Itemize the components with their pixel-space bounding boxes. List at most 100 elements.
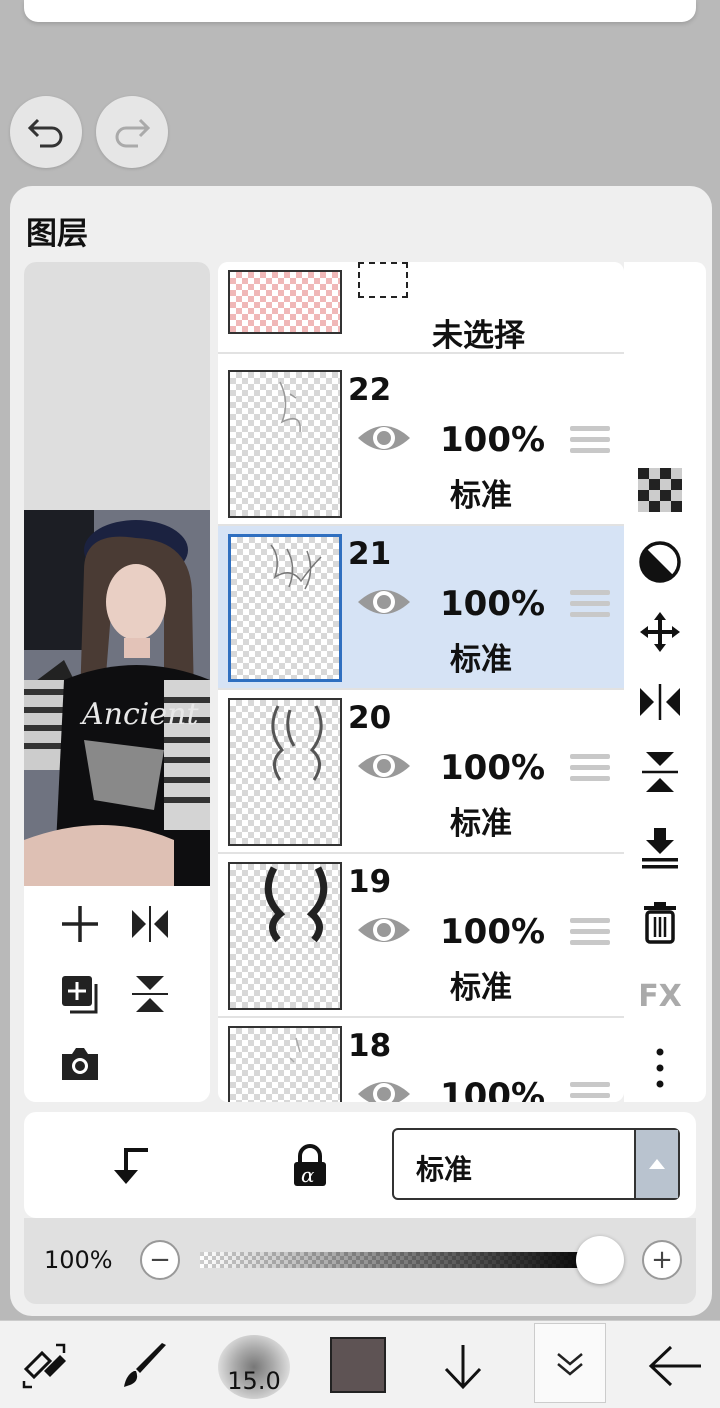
layer-thumbnail	[228, 862, 342, 1010]
svg-text:α: α	[301, 1163, 315, 1187]
flip-horizontal-layer-button[interactable]	[636, 678, 684, 726]
opacity-plus-button[interactable]: +	[642, 1240, 682, 1280]
brush-tool-button[interactable]	[110, 1331, 180, 1401]
blend-mode-value: 标准	[416, 1153, 473, 1186]
eye-icon[interactable]	[356, 746, 412, 786]
brush-size-button[interactable]: 15.0	[218, 1335, 290, 1399]
transform-swap-icon	[22, 1343, 66, 1389]
more-options-button[interactable]	[636, 1044, 684, 1092]
layer-number: 21	[348, 536, 392, 572]
layer-opacity: 100%	[440, 584, 546, 624]
layer-row-selection[interactable]: 未选择	[218, 262, 624, 354]
drag-handle-icon[interactable]	[570, 1082, 610, 1102]
flip-vertical-icon	[642, 752, 678, 792]
redo-icon	[115, 118, 151, 148]
eye-icon[interactable]	[356, 582, 412, 622]
eye-icon[interactable]	[356, 1074, 412, 1102]
eye-icon[interactable]	[356, 910, 412, 950]
layer-blend-mode: 标准	[450, 806, 512, 842]
opacity-slider-thumb[interactable]	[576, 1236, 624, 1284]
add-layer-button[interactable]	[50, 894, 110, 954]
fx-icon: FX	[638, 978, 682, 1014]
alpha-lock-button[interactable]: α	[280, 1136, 340, 1196]
layer-side-toolbar: FX	[624, 262, 706, 1102]
color-swatch-button[interactable]	[330, 1337, 386, 1393]
layer-row[interactable]: 22 100% 标准	[218, 362, 624, 526]
duplicate-icon	[62, 976, 98, 1014]
flip-horizontal-icon	[132, 906, 168, 942]
layer-row[interactable]: 20 100% 标准	[218, 690, 624, 854]
layer-panel: 图层 Ancient 未选择 22 100% 标准 21 100% 标准 20 …	[10, 186, 712, 1316]
merge-down-button[interactable]	[636, 824, 684, 872]
drag-handle-icon[interactable]	[570, 918, 610, 948]
panel-title: 图层	[26, 216, 88, 252]
back-button[interactable]	[640, 1331, 710, 1401]
undo-icon	[27, 118, 63, 148]
transparency-button[interactable]	[636, 466, 684, 514]
fx-button[interactable]: FX	[636, 972, 684, 1020]
opacity-slider[interactable]	[200, 1252, 600, 1268]
layer-row[interactable]: 19 100% 标准	[218, 854, 624, 1018]
drag-handle-icon[interactable]	[570, 754, 610, 784]
artwork-preview[interactable]: Ancient	[24, 510, 210, 886]
top-panel-edge	[24, 0, 696, 22]
trash-icon	[644, 902, 676, 944]
drag-handle-icon[interactable]	[570, 426, 610, 456]
camera-icon	[62, 1048, 98, 1080]
layer-opacity: 100%	[440, 912, 546, 952]
bottom-toolbar: 15.0	[0, 1320, 720, 1408]
layer-row-selected[interactable]: 21 100% 标准	[218, 526, 624, 690]
layer-options-bar: α 标准	[24, 1112, 696, 1218]
undo-button[interactable]	[10, 96, 82, 168]
transform-tool-button[interactable]	[10, 1331, 80, 1401]
layer-blend-mode: 标准	[450, 478, 512, 514]
flip-horizontal-button[interactable]	[120, 894, 180, 954]
camera-button[interactable]	[50, 1034, 110, 1094]
layer-opacity: 100%	[440, 420, 546, 460]
drag-handle-icon[interactable]	[570, 590, 610, 620]
redo-button[interactable]	[96, 96, 168, 168]
selection-label: 未选择	[432, 318, 525, 354]
eye-icon[interactable]	[356, 418, 412, 458]
checkerboard-icon	[638, 468, 682, 512]
flip-vertical-button[interactable]	[120, 964, 180, 1024]
layer-thumbnail	[228, 1026, 342, 1102]
move-icon	[640, 612, 680, 652]
layer-tools	[24, 886, 210, 1102]
collapse-panel-button[interactable]	[534, 1323, 606, 1403]
clipping-button[interactable]	[636, 538, 684, 586]
alpha-lock-icon: α	[294, 1144, 326, 1187]
double-chevron-down-icon	[557, 1353, 583, 1376]
merge-down-icon	[642, 828, 678, 869]
layer-down-button[interactable]	[428, 1331, 498, 1401]
opacity-control: 100% − +	[24, 1218, 696, 1304]
opacity-value: 100%	[44, 1246, 113, 1274]
canvas-preview: Ancient	[24, 262, 210, 1102]
layer-thumbnail	[228, 370, 342, 518]
layer-blend-mode: 标准	[450, 970, 512, 1006]
flip-horizontal-icon	[640, 684, 680, 720]
move-layer-button[interactable]	[636, 608, 684, 656]
duplicate-layer-button[interactable]	[50, 964, 110, 1024]
layer-thumbnail	[228, 270, 342, 334]
layer-number: 20	[348, 700, 392, 736]
layer-blend-mode: 标准	[450, 642, 512, 678]
clip-layer-button[interactable]	[100, 1136, 160, 1196]
layer-thumbnail	[228, 534, 342, 682]
caret-up-icon	[634, 1130, 678, 1198]
delete-layer-button[interactable]	[636, 898, 684, 946]
flip-vertical-layer-button[interactable]	[636, 748, 684, 796]
layer-opacity: 100%	[440, 748, 546, 788]
arrow-down-left-icon	[114, 1148, 148, 1184]
selection-icon	[358, 262, 408, 298]
layer-opacity: 100%	[440, 1076, 546, 1102]
more-vertical-icon	[656, 1048, 664, 1088]
layer-number: 22	[348, 372, 392, 408]
svg-text:Ancient: Ancient	[79, 697, 199, 732]
blend-mode-select[interactable]: 标准	[392, 1128, 680, 1200]
plus-icon	[62, 906, 98, 942]
opacity-minus-button[interactable]: −	[140, 1240, 180, 1280]
layer-list[interactable]: 未选择 22 100% 标准 21 100% 标准 20 100% 标准 19 …	[218, 262, 624, 1102]
flip-vertical-icon	[132, 976, 168, 1012]
layer-row[interactable]: 18 100% 标准	[218, 1018, 624, 1102]
